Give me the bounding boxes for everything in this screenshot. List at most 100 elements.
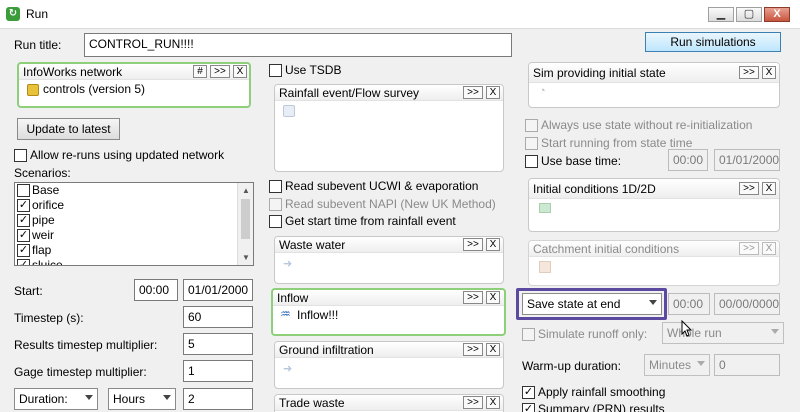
scenario-item-Base[interactable]: Base bbox=[15, 183, 253, 198]
network-item[interactable]: controls (version 5) bbox=[43, 82, 145, 96]
scenarios-list[interactable]: Base ✓ orifice ✓ pipe ✓ weir ✓ flap ✓ sluice ▲ ▼ bbox=[14, 182, 254, 266]
warmup-value-input[interactable]: 0 bbox=[714, 354, 780, 376]
window-titlebar bbox=[0, 0, 800, 29]
simulate-runoff-checkbox[interactable] bbox=[522, 328, 535, 341]
scenario-checkbox[interactable] bbox=[17, 184, 30, 197]
scenario-label: sluice bbox=[32, 258, 63, 266]
rainfall-clear-button[interactable]: X bbox=[486, 86, 500, 99]
panel-title: Trade waste bbox=[279, 396, 345, 410]
panel-title: Catchment initial conditions bbox=[533, 242, 680, 256]
catchment-clear-button[interactable]: X bbox=[762, 242, 776, 255]
scenario-item-orifice[interactable]: ✓ orifice bbox=[15, 198, 253, 213]
read-napi-checkbox[interactable] bbox=[269, 198, 282, 211]
warmup-unit-dropdown[interactable]: Minutes bbox=[644, 354, 710, 376]
duration-value-input[interactable]: 2 bbox=[183, 388, 253, 410]
save-state-time-input[interactable]: 00:00 bbox=[668, 293, 710, 315]
initial-state-panel: Sim providing initial state >> X ◔ bbox=[528, 62, 780, 108]
network-hash-button[interactable]: # bbox=[193, 65, 207, 78]
allow-reruns-label: Allow re-runs using updated network bbox=[30, 148, 225, 162]
base-date-input[interactable]: 01/01/2000 bbox=[714, 149, 780, 171]
scenario-item-flap[interactable]: ✓ flap bbox=[15, 243, 253, 258]
scenario-checkbox[interactable]: ✓ bbox=[17, 214, 30, 227]
results-multiplier-input[interactable]: 5 bbox=[183, 333, 253, 355]
panel-title: Initial conditions 1D/2D bbox=[533, 182, 656, 196]
network-clear-button[interactable]: X bbox=[233, 65, 247, 78]
scenario-label: weir bbox=[32, 228, 55, 242]
start-date-input[interactable]: 01/01/2000 bbox=[183, 279, 253, 301]
read-ucwi-label: Read subevent UCWI & evaporation bbox=[285, 179, 479, 193]
initial-conditions-clear-button[interactable]: X bbox=[762, 182, 776, 195]
chevron-down-icon bbox=[697, 361, 705, 366]
inflow-icon: ♒ bbox=[280, 307, 291, 321]
initial-state-clear-button[interactable]: X bbox=[762, 66, 776, 79]
trade-waste-more-button[interactable]: >> bbox=[463, 396, 483, 409]
initial-conditions-more-button[interactable]: >> bbox=[739, 182, 759, 195]
minimize-button[interactable]: ▁ bbox=[708, 7, 734, 22]
inflow-item[interactable]: Inflow!!! bbox=[297, 308, 338, 322]
save-state-dropdown[interactable]: Save state at end bbox=[522, 293, 662, 315]
read-ucwi-checkbox[interactable] bbox=[269, 180, 282, 193]
scenario-label: flap bbox=[32, 243, 52, 257]
inflow-clear-button[interactable]: X bbox=[486, 291, 500, 304]
ground-infiltration-panel: Ground infiltration >> X ➜ bbox=[274, 341, 504, 389]
rainfall-more-button[interactable]: >> bbox=[463, 86, 483, 99]
trade-waste-panel: Trade waste >> X bbox=[274, 394, 504, 412]
initial-state-placeholder-icon: ◔ bbox=[539, 85, 546, 97]
scenario-label: Base bbox=[32, 183, 60, 197]
chevron-down-icon bbox=[649, 300, 657, 305]
app-icon: ↻ bbox=[6, 7, 20, 21]
apply-rainfall-smoothing-checkbox[interactable]: ✓ bbox=[522, 386, 535, 399]
waste-water-more-button[interactable]: >> bbox=[463, 238, 483, 251]
scenario-checkbox[interactable]: ✓ bbox=[17, 259, 30, 265]
duration-unit-dropdown[interactable]: Hours bbox=[108, 388, 176, 410]
scenario-checkbox[interactable]: ✓ bbox=[17, 199, 30, 212]
panel-title: Sim providing initial state bbox=[533, 66, 666, 80]
maximize-button[interactable]: ▢ bbox=[736, 7, 762, 22]
use-tsdb-checkbox[interactable] bbox=[269, 64, 282, 77]
update-to-latest-button[interactable]: Update to latest bbox=[17, 118, 120, 140]
panel-title: InfoWorks network bbox=[23, 65, 123, 79]
scenario-checkbox[interactable]: ✓ bbox=[17, 244, 30, 257]
rainfall-placeholder-icon bbox=[283, 105, 295, 117]
start-running-state-checkbox[interactable] bbox=[525, 137, 538, 150]
panel-title: Ground infiltration bbox=[279, 343, 374, 357]
duration-type-dropdown[interactable]: Duration: bbox=[14, 388, 98, 410]
scenario-item-weir[interactable]: ✓ weir bbox=[15, 228, 253, 243]
run-simulations-button[interactable]: Run simulations bbox=[645, 32, 781, 52]
scrollbar-thumb[interactable] bbox=[241, 199, 250, 239]
scenario-checkbox[interactable]: ✓ bbox=[17, 229, 30, 242]
chevron-down-icon bbox=[771, 329, 779, 334]
gage-multiplier-input[interactable]: 1 bbox=[183, 360, 253, 382]
timestep-input[interactable]: 60 bbox=[183, 306, 253, 328]
use-base-time-checkbox[interactable] bbox=[525, 155, 538, 168]
start-running-state-label: Start running from state time bbox=[541, 136, 693, 150]
scenario-item-sluice[interactable]: ✓ sluice bbox=[15, 258, 253, 266]
always-use-state-checkbox[interactable] bbox=[525, 119, 538, 132]
ground-infiltration-clear-button[interactable]: X bbox=[486, 343, 500, 356]
start-time-input[interactable]: 00:00 bbox=[134, 279, 178, 301]
apply-rainfall-smoothing-label: Apply rainfall smoothing bbox=[538, 385, 666, 399]
close-button[interactable]: X bbox=[764, 7, 790, 22]
scroll-up-icon[interactable]: ▲ bbox=[242, 186, 250, 195]
ground-infiltration-more-button[interactable]: >> bbox=[463, 343, 483, 356]
read-napi-label: Read subevent NAPI (New UK Method) bbox=[285, 197, 496, 211]
scenarios-scrollbar[interactable]: ▲ ▼ bbox=[237, 183, 253, 265]
summary-results-label: Summary (PRN) results bbox=[538, 402, 665, 412]
initial-conditions-panel: Initial conditions 1D/2D >> X bbox=[528, 178, 780, 232]
trade-waste-clear-button[interactable]: X bbox=[486, 396, 500, 409]
save-state-date-input[interactable]: 00/00/0000 bbox=[714, 293, 780, 315]
initial-state-more-button[interactable]: >> bbox=[739, 66, 759, 79]
run-title-input[interactable]: CONTROL_RUN!!!! bbox=[84, 33, 512, 57]
catchment-more-button[interactable]: >> bbox=[739, 242, 759, 255]
waste-water-clear-button[interactable]: X bbox=[486, 238, 500, 251]
chevron-down-icon bbox=[163, 395, 171, 400]
base-time-input[interactable]: 00:00 bbox=[668, 149, 708, 171]
allow-reruns-checkbox[interactable] bbox=[14, 149, 27, 162]
inflow-more-button[interactable]: >> bbox=[463, 291, 483, 304]
summary-results-checkbox[interactable]: ✓ bbox=[522, 403, 535, 412]
scenario-item-pipe[interactable]: ✓ pipe bbox=[15, 213, 253, 228]
run-title-label: Run title: bbox=[14, 38, 62, 52]
network-more-button[interactable]: >> bbox=[210, 65, 230, 78]
scroll-down-icon[interactable]: ▼ bbox=[242, 253, 250, 262]
get-start-time-checkbox[interactable] bbox=[269, 215, 282, 228]
